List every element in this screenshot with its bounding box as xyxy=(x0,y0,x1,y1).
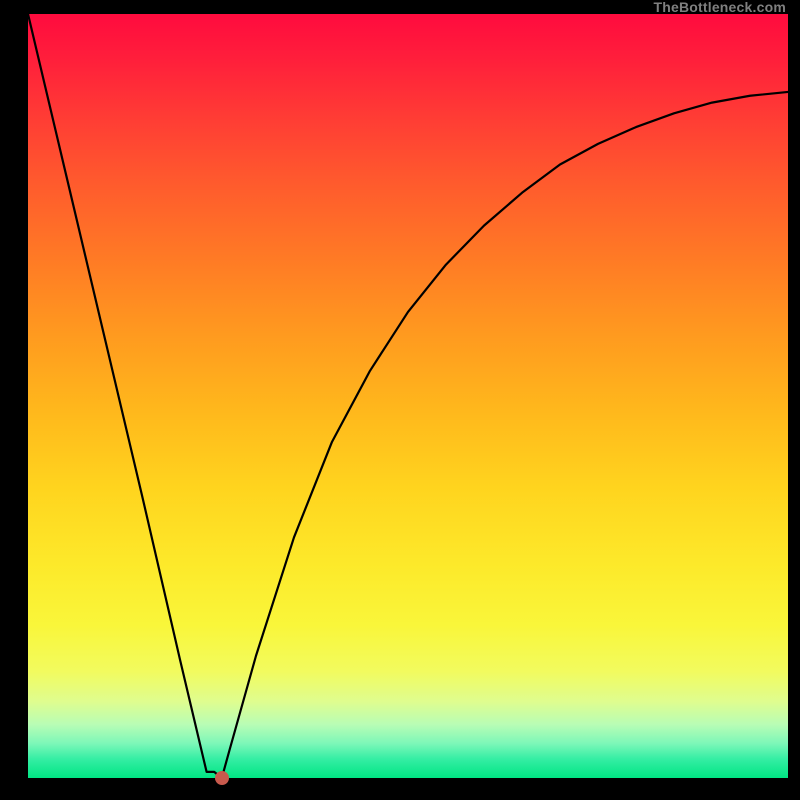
chart-frame: TheBottleneck.com xyxy=(0,0,800,800)
minimum-marker xyxy=(215,771,229,785)
attribution-label: TheBottleneck.com xyxy=(653,0,786,14)
plot-area xyxy=(28,14,788,778)
curve-svg xyxy=(28,14,788,778)
bottleneck-curve-path xyxy=(28,14,788,778)
